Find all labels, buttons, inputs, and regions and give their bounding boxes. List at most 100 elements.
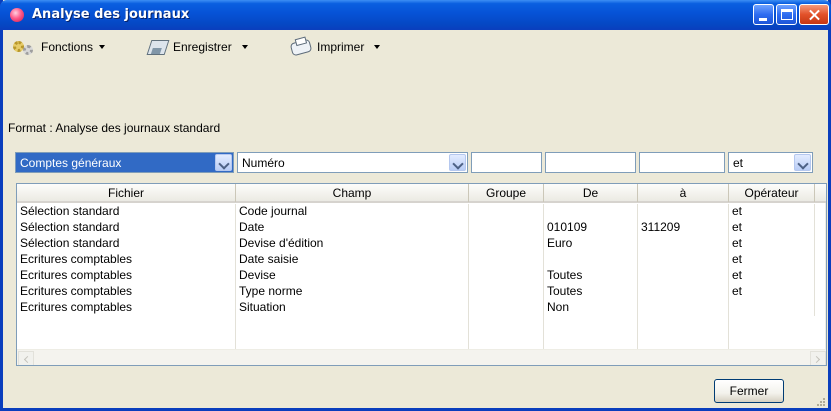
cell-de: Toutes — [544, 268, 638, 284]
maximize-button[interactable] — [776, 4, 797, 25]
cell-champ: Situation — [236, 300, 469, 316]
format-panel: Format : Analyse des journaux standard — [3, 64, 828, 146]
printer-icon — [287, 37, 313, 57]
cell-operateur: et — [729, 204, 815, 220]
minimize-button[interactable] — [753, 4, 774, 25]
table-row[interactable]: Ecritures comptables Type norme Toutes e… — [17, 284, 826, 300]
cell-fichier: Sélection standard — [17, 220, 236, 236]
table-row[interactable]: Sélection standard Code journal et — [17, 204, 826, 220]
table-row[interactable]: Sélection standard Date 010109 311209 et — [17, 220, 826, 236]
enregistrer-menu-button[interactable]: Enregistrer — [143, 36, 248, 58]
cell-fichier: Ecritures comptables — [17, 300, 236, 316]
cell-groupe — [469, 252, 544, 268]
cell-fichier: Ecritures comptables — [17, 252, 236, 268]
de-field[interactable] — [545, 152, 636, 173]
cell-a — [638, 252, 729, 268]
gears-icon — [11, 37, 37, 57]
grid-header: Fichier Champ Groupe De à Opérateur — [17, 184, 826, 203]
groupe-field[interactable] — [471, 152, 542, 173]
minimize-icon — [759, 18, 767, 21]
cell-a: 311209 — [638, 220, 729, 236]
table-row[interactable]: Ecritures comptables Devise Toutes et — [17, 268, 826, 284]
cell-operateur: et — [729, 284, 815, 300]
cell-a — [638, 284, 729, 300]
grid-body: Sélection standard Code journal et Sélec… — [17, 204, 826, 316]
cell-champ: Type norme — [236, 284, 469, 300]
cell-champ: Devise d'édition — [236, 236, 469, 252]
cell-de: Euro — [544, 236, 638, 252]
scroll-up-button[interactable] — [826, 203, 827, 218]
fonctions-menu-button[interactable]: Fonctions — [11, 36, 106, 58]
table-row[interactable]: Sélection standard Devise d'édition Euro… — [17, 236, 826, 252]
column-header-operateur[interactable]: Opérateur — [729, 184, 815, 202]
cell-operateur: et — [729, 220, 815, 236]
cell-champ: Code journal — [236, 204, 469, 220]
cell-champ: Date — [236, 220, 469, 236]
cell-fichier: Ecritures comptables — [17, 284, 236, 300]
cell-operateur: et — [729, 252, 815, 268]
toolbar: Fonctions Enregistrer Imprimer — [3, 30, 828, 64]
cell-champ: Devise — [236, 268, 469, 284]
cell-a — [638, 268, 729, 284]
chevron-down-icon[interactable] — [449, 154, 466, 171]
operateur-select-value: et — [733, 156, 744, 170]
imprimer-label: Imprimer — [317, 40, 365, 54]
cell-de: Non — [544, 300, 638, 316]
operateur-select[interactable]: et — [728, 152, 813, 173]
cell-a — [638, 236, 729, 252]
fichier-select-value: Comptes généraux — [20, 156, 122, 170]
champ-select-value: Numéro — [242, 156, 285, 170]
maximize-icon — [781, 9, 793, 20]
cell-de: 010109 — [544, 220, 638, 236]
scroll-down-button[interactable] — [826, 335, 827, 350]
dropdown-arrow-icon — [99, 45, 106, 49]
enregistrer-label: Enregistrer — [173, 40, 232, 54]
dropdown-arrow-icon — [374, 45, 381, 49]
cell-de — [544, 204, 638, 220]
column-header-groupe[interactable]: Groupe — [469, 184, 544, 202]
cell-operateur: et — [729, 236, 815, 252]
vertical-scrollbar[interactable] — [825, 203, 827, 350]
dropdown-arrow-icon — [241, 45, 248, 49]
cell-de: Toutes — [544, 284, 638, 300]
cell-a — [638, 300, 729, 316]
cell-fichier: Sélection standard — [17, 204, 236, 220]
table-row[interactable]: Ecritures comptables Situation Non — [17, 300, 826, 316]
chevron-right-icon — [812, 355, 821, 364]
cell-groupe — [469, 204, 544, 220]
app-flower-icon — [10, 8, 24, 22]
a-field[interactable] — [639, 152, 725, 173]
cell-groupe — [469, 268, 544, 284]
window-title: Analyse des journaux — [32, 7, 190, 22]
table-row[interactable]: Ecritures comptables Date saisie et — [17, 252, 826, 268]
cell-groupe — [469, 220, 544, 236]
column-header-a[interactable]: à — [638, 184, 729, 202]
fichier-select[interactable]: Comptes généraux — [15, 152, 234, 173]
cell-fichier: Ecritures comptables — [17, 268, 236, 284]
format-label: Format : Analyse des journaux standard — [8, 121, 221, 135]
chevron-down-icon[interactable] — [794, 154, 811, 171]
chevron-down-icon[interactable] — [215, 154, 232, 171]
cell-operateur: et — [729, 268, 815, 284]
column-header-champ[interactable]: Champ — [236, 184, 469, 202]
imprimer-menu-button[interactable]: Imprimer — [287, 36, 381, 58]
cell-fichier: Sélection standard — [17, 236, 236, 252]
fonctions-label: Fonctions — [41, 40, 94, 54]
title-bar[interactable]: Analyse des journaux — [0, 0, 831, 30]
cell-operateur — [729, 300, 815, 316]
column-header-fichier[interactable]: Fichier — [17, 184, 236, 202]
resize-grip-icon[interactable] — [816, 397, 826, 407]
criteria-grid[interactable]: Fichier Champ Groupe De à Opérateur Séle… — [16, 183, 827, 366]
scroll-left-button[interactable] — [18, 351, 34, 365]
chevron-left-icon — [23, 355, 32, 364]
cell-a — [638, 204, 729, 220]
close-window-button[interactable] — [799, 4, 829, 25]
horizontal-scrollbar[interactable] — [17, 349, 826, 365]
cell-groupe — [469, 236, 544, 252]
fermer-button[interactable]: Fermer — [714, 379, 784, 403]
filter-row: Comptes généraux Numéro et — [3, 149, 828, 179]
column-header-de[interactable]: De — [544, 184, 638, 202]
analyse-journaux-window: Analyse des journaux Fonctions Enregistr… — [0, 0, 831, 411]
champ-select[interactable]: Numéro — [237, 152, 468, 173]
scroll-right-button[interactable] — [810, 351, 826, 365]
